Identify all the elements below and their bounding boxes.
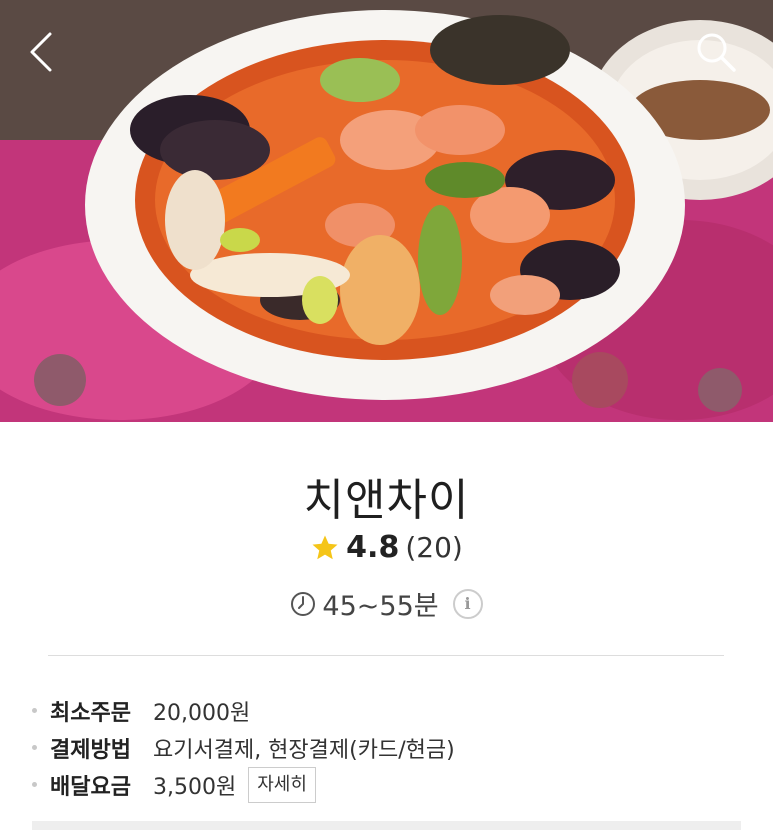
star-icon [312,535,338,559]
food-photo [0,0,773,422]
info-icon[interactable]: i [452,588,483,619]
review-count: (20) [405,531,463,564]
delivery-fee-details-button[interactable]: 자세히 [248,766,316,803]
bullet [32,708,37,713]
bullet [32,745,37,750]
delivery-time: 45~55분 [322,591,439,622]
min-order-row: 최소주문 20,000원 [32,692,732,729]
back-button[interactable] [26,30,76,80]
min-order-label: 최소주문 [50,700,131,726]
payment-row: 결제방법 요기서결제, 현장결제(카드/현금) [32,729,732,766]
search-icon [697,33,736,72]
clock-icon [291,591,316,616]
search-button[interactable] [694,30,744,80]
payment-value: 요기서결제, 현장결제(카드/현금) [153,737,455,763]
order-details: 최소주문 20,000원 결제방법 요기서결제, 현장결제(카드/현금) 배달요… [32,692,732,803]
rating-value: 4.8 [346,530,400,565]
min-order-value: 20,000원 [153,700,251,726]
delivery-fee-row: 배달요금 3,500원 자세히 [32,766,732,803]
delivery-fee-label: 배달요금 [50,774,131,800]
restaurant-info-panel: 치앤차이 4.8 (20) 45~55분 i 최소주문 20,000원 결제방법… [0,422,773,830]
chevron-left-icon [30,32,52,72]
rating-row: 4.8 (20) [0,530,773,565]
bullet [32,782,37,787]
restaurant-name: 치앤차이 [303,475,470,526]
divider [48,655,724,656]
hero-image [0,0,773,422]
delivery-fee-value: 3,500원 [153,774,237,800]
delivery-time-row: 45~55분 i [0,584,773,623]
section-separator [32,821,741,830]
payment-label: 결제방법 [50,737,131,763]
